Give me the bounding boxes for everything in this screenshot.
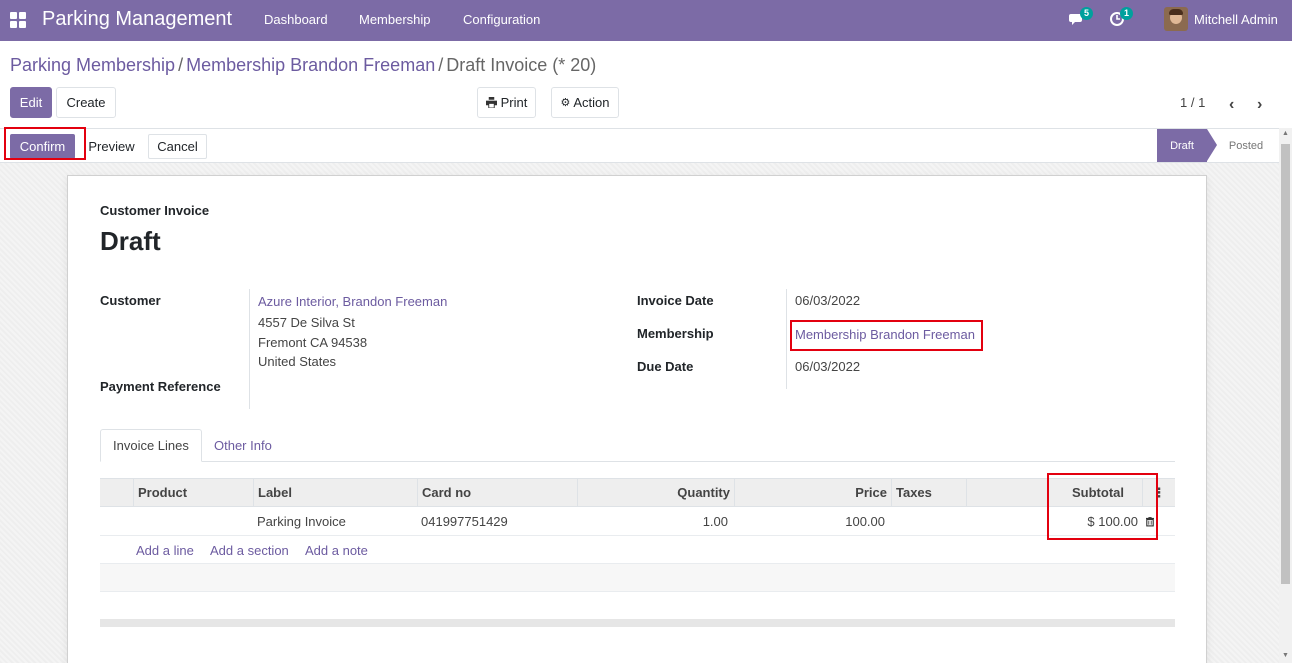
invoice-sheet: Customer Invoice Draft Customer Azure In… [67,175,1207,663]
scrollbar-thumb[interactable] [1281,144,1290,584]
action-label: Action [573,95,610,110]
column-price[interactable]: Price [734,479,891,506]
cell-product[interactable] [133,507,253,535]
action-button[interactable]: ⚙ Action [551,87,619,118]
address-line-country: United States [258,354,337,369]
add-note-link[interactable]: Add a note [305,543,368,558]
invoice-date-value: 06/03/2022 [795,293,861,308]
add-line-link[interactable]: Add a line [136,543,194,558]
add-row-controls: Add a line Add a section Add a note [100,536,1175,564]
messages-count-badge: 5 [1080,7,1094,20]
field-divider-right [786,289,787,389]
breadcrumb-membership[interactable]: Membership Brandon Freeman [186,55,435,75]
cell-card-no[interactable]: 041997751429 [417,507,577,535]
column-taxes[interactable]: Taxes [891,479,966,506]
breadcrumb-current: Draft Invoice (* 20) [446,55,597,75]
breadcrumb: Parking Membership / Membership Brandon Fr… [10,55,597,75]
empty-row [100,564,1175,592]
add-section-link[interactable]: Add a section [210,543,289,558]
user-name[interactable]: Mitchell Admin [1194,12,1278,27]
gear-icon: ⚙ [560,97,571,109]
top-navbar: Parking Management Dashboard Membership … [0,0,1292,41]
menu-membership[interactable]: Membership [359,12,431,27]
breadcrumb-parking-membership[interactable]: Parking Membership [10,55,175,75]
edit-button[interactable]: Edit [10,87,52,118]
menu-dashboard[interactable]: Dashboard [264,12,328,27]
membership-highlight-box [790,320,983,351]
invoice-state-title: Draft [100,226,161,256]
print-icon [485,97,497,108]
confirm-highlight-box [4,127,86,160]
create-button[interactable]: Create [56,87,116,118]
activities-count-badge: 1 [1120,7,1134,20]
pager-previous-icon[interactable]: ‹ [1229,96,1234,114]
column-product[interactable]: Product [133,479,253,506]
due-date-label: Due Date [637,359,694,374]
subtotal-highlight-box [1047,473,1158,540]
menu-configuration[interactable]: Configuration [463,12,540,27]
lines-table-footer [100,619,1175,627]
status-bar: Confirm Preview Cancel Draft Posted [0,128,1292,163]
address-line-city: Fremont CA 94538 [258,335,368,350]
column-quantity[interactable]: Quantity [577,479,734,506]
pager-value[interactable]: 1 / 1 [1180,95,1205,110]
field-divider-left [249,289,250,409]
tab-other-info[interactable]: Other Info [202,429,284,462]
activities-menu[interactable]: 1 [1109,7,1134,30]
cell-quantity[interactable]: 1.00 [577,507,732,535]
membership-label: Membership [637,326,714,341]
address-line-street: 4557 De Silva St [258,315,355,330]
table-row[interactable]: Parking Invoice 041997751429 1.00 100.00… [100,507,1175,536]
preview-button[interactable]: Preview [80,134,143,159]
user-avatar[interactable] [1164,7,1188,31]
messages-menu[interactable]: 5 [1069,7,1094,30]
stage-posted[interactable]: Posted [1217,129,1275,162]
scrollbar[interactable]: ▲ ▼ [1279,128,1292,663]
payment-reference-label: Payment Reference [100,379,221,394]
stage-draft[interactable]: Draft [1157,129,1217,162]
due-date-value: 06/03/2022 [795,359,861,374]
pager-next-icon[interactable]: › [1257,96,1262,114]
apps-menu-icon[interactable] [10,12,26,28]
invoice-type-label: Customer Invoice [100,203,210,218]
invoice-date-label: Invoice Date [637,293,714,308]
column-card-no[interactable]: Card no [417,479,577,506]
column-label[interactable]: Label [253,479,417,506]
customer-label: Customer [100,293,161,308]
tab-invoice-lines[interactable]: Invoice Lines [100,429,202,462]
app-title[interactable]: Parking Management [42,8,232,31]
print-label: Print [500,95,528,110]
cell-price[interactable]: 100.00 [734,507,889,535]
cancel-button[interactable]: Cancel [148,134,207,159]
print-button[interactable]: Print [477,87,536,118]
cell-label[interactable]: Parking Invoice [253,507,417,535]
lines-table-header: Product Label Card no Quantity Price Tax… [100,478,1175,507]
customer-name-link[interactable]: Azure Interior, Brandon Freeman [258,294,447,309]
cell-taxes[interactable] [891,507,966,535]
notebook-tabs: Invoice Lines Other Info [100,429,1175,462]
